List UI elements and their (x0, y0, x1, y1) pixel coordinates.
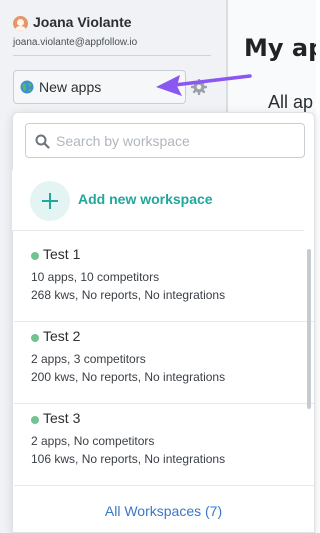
workspace-apps-summary: 10 apps, 10 competitors (31, 270, 160, 284)
page-title: My ap (244, 34, 316, 62)
add-workspace-button[interactable]: Add new workspace (12, 170, 304, 231)
workspace-selector-label: New apps (39, 79, 102, 95)
search-field[interactable] (25, 123, 305, 158)
scrollbar-thumb[interactable] (307, 249, 311, 409)
avatar-head-shape (17, 19, 24, 26)
plus-bar-vertical (49, 193, 51, 209)
workspace-item[interactable]: Test 2 2 apps, 3 competitors 200 kws, No… (14, 322, 314, 404)
all-workspaces-link[interactable]: All Workspaces (7) (13, 503, 314, 519)
status-dot-icon (31, 252, 39, 260)
globe-icon (20, 80, 34, 94)
workspace-details-summary: 268 kws, No reports, No integrations (31, 288, 226, 302)
avatar-body-shape (15, 26, 26, 31)
workspace-name: Test 1 (43, 246, 81, 262)
search-input[interactable] (56, 124, 301, 157)
add-workspace-label: Add new workspace (78, 191, 213, 207)
workspace-details-summary: 106 kws, No reports, No integrations (31, 452, 226, 466)
workspace-name: Test 2 (43, 328, 81, 344)
divider (13, 55, 211, 56)
user-email: joana.violante@appfollow.io (13, 37, 138, 48)
workspace-name: Test 3 (43, 410, 81, 426)
workspace-apps-summary: 2 apps, 3 competitors (31, 352, 146, 366)
add-icon (30, 181, 70, 221)
workspace-item[interactable]: Test 3 2 apps, No competitors 106 kws, N… (14, 404, 314, 486)
user-name[interactable]: Joana Violante (33, 14, 132, 30)
status-dot-icon (31, 416, 39, 424)
workspace-details-summary: 200 kws, No reports, No integrations (31, 370, 226, 384)
workspace-apps-summary: 2 apps, No competitors (31, 434, 155, 448)
avatar[interactable] (13, 16, 28, 31)
status-dot-icon (31, 334, 39, 342)
workspace-item[interactable]: Test 1 10 apps, 10 competitors 268 kws, … (14, 240, 314, 322)
apps-section-title: All ap (268, 92, 314, 112)
search-icon (35, 134, 50, 149)
arrow-icon (156, 74, 252, 96)
